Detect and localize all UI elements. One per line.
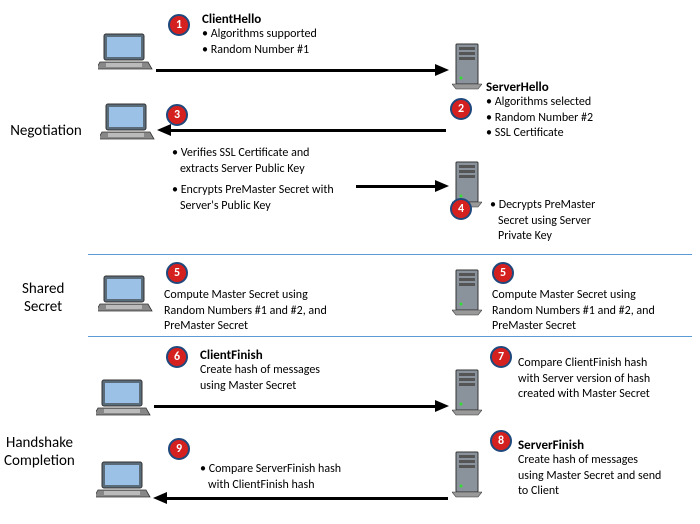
server-icon — [452, 450, 482, 498]
step-3-b2: • Encrypts PreMaster Secret with — [172, 183, 334, 199]
step-8-b3: to Client — [518, 484, 661, 500]
divider-2 — [88, 336, 692, 337]
step-9-b1: • Compare ServerFinish hash — [200, 462, 341, 478]
step-4-b1b: Secret using Server — [490, 214, 595, 230]
step-1-b2: • Random Number #1 — [202, 43, 317, 59]
step-badge-5a: 5 — [166, 262, 188, 284]
laptop-icon — [98, 32, 154, 72]
step-1-title: ClientHello — [202, 12, 317, 27]
step-6-title: ClientFinish — [200, 348, 320, 363]
step-8-title: ServerFinish — [518, 438, 661, 453]
step-badge-6: 6 — [166, 346, 188, 368]
arrow-right-1 — [156, 64, 448, 76]
phase-handshake-2: Completion — [4, 452, 75, 470]
server-icon — [452, 368, 482, 416]
arrow-right-3 — [154, 400, 448, 412]
step-badge-1: 1 — [168, 14, 190, 36]
step-badge-5b: 5 — [492, 262, 514, 284]
arrow-left-2 — [154, 492, 448, 504]
step-badge-4: 4 — [450, 198, 472, 220]
phase-shared-2: Secret — [24, 298, 62, 316]
phase-handshake-1: Handshake — [6, 434, 73, 452]
step-badge-9: 9 — [168, 438, 190, 460]
step-5a-b1: Compute Master Secret using — [164, 288, 327, 304]
arrow-right-2 — [356, 180, 448, 192]
step-2-b3: • SSL Certificate — [486, 126, 593, 142]
laptop-icon — [96, 378, 152, 418]
step-5a-b2: Random Numbers #1 and #2, and — [164, 304, 327, 320]
step-6-b2: using Master Secret — [200, 379, 320, 395]
step-3-b1b: extracts Server Public Key — [172, 162, 334, 178]
step-badge-7: 7 — [490, 346, 512, 368]
laptop-icon — [96, 460, 152, 500]
step-5b-b1: Compute Master Secret using — [492, 288, 655, 304]
laptop-icon — [98, 274, 154, 314]
step-badge-8: 8 — [490, 430, 512, 452]
step-badge-2: 2 — [450, 98, 472, 120]
step-7-b1: Compare ClientFinish hash — [518, 356, 650, 372]
step-2-b1: • Algorithms selected — [486, 95, 593, 111]
arrow-left-1 — [158, 124, 446, 136]
step-1-b1: • Algorithms supported — [202, 27, 317, 43]
ssl-handshake-diagram: Negotiation Shared Secret Handshake Comp… — [0, 0, 700, 524]
step-8-b2: using Master Secret and send — [518, 469, 661, 485]
step-7-b2: with Server version of hash — [518, 372, 650, 388]
step-7-b3: created with Master Secret — [518, 387, 650, 403]
server-icon — [452, 42, 482, 90]
step-3-b2b: Server's Public Key — [172, 199, 334, 215]
step-4-b1: • Decrypts PreMaster — [490, 198, 595, 214]
phase-negotiation: Negotiation — [4, 122, 88, 140]
step-2-b2: • Random Number #2 — [486, 111, 593, 127]
step-8-b1: Create hash of messages — [518, 453, 661, 469]
step-5b-b2: Random Numbers #1 and #2, and — [492, 304, 655, 320]
step-badge-3: 3 — [166, 104, 188, 126]
step-5b-b3: PreMaster Secret — [492, 319, 655, 335]
step-4-b1c: Private Key — [490, 229, 595, 245]
step-3-b1: • Verifies SSL Certificate and — [172, 146, 334, 162]
step-6-b1: Create hash of messages — [200, 363, 320, 379]
server-icon — [452, 268, 482, 316]
laptop-icon — [100, 102, 156, 142]
step-9-b2: with ClientFinish hash — [200, 478, 341, 494]
phase-shared-1: Shared — [22, 280, 64, 298]
step-2-title: ServerHello — [486, 80, 593, 95]
step-5a-b3: PreMaster Secret — [164, 319, 327, 335]
divider-1 — [88, 254, 692, 255]
